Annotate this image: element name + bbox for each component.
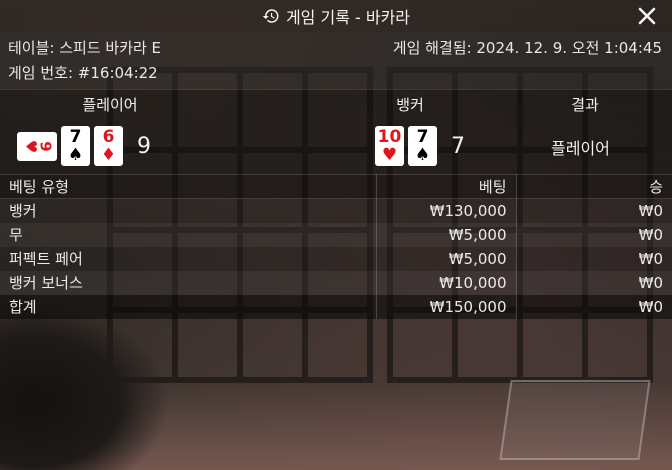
table-row: 뱅커 ₩130,000 ₩0 [0,198,672,223]
bet-amount: ₩130,000 [376,198,517,223]
bet-type: 퍼펙트 페어 [0,246,377,271]
total-row: 합계 ₩150,000 ₩0 [0,294,672,319]
win-amount: ₩0 [638,249,663,268]
player-card: 6 ♦ [94,126,123,166]
bet-amount: ₩5,000 [376,222,517,247]
winner-label: 플레이어 [551,139,610,158]
player-score: 9 [137,133,151,159]
player-column-header: 플레이어 [82,96,138,114]
card-rank: 9 [36,140,55,152]
bet-type: 뱅커 [0,198,377,223]
total-label: 합계 [0,294,377,319]
bets-table: 베팅 유형 베팅 승 뱅커 ₩130,000 ₩0 무 ₩5,000 ₩0 퍼펙… [0,174,672,319]
header-title-group: 게임 기록 - 바카라 [262,4,410,28]
banker-hand: 10 ♥ 7 ♠ 7 [375,126,465,166]
resolved-time: 게임 해결됨: 2024. 12. 9. 오전 1:04:45 [392,39,662,57]
card-rank: 7 [69,126,82,147]
win-amount-header: 승 [516,174,672,199]
win-amount: ₩0 [638,273,663,292]
bet-type-header: 베팅 유형 [0,174,377,199]
background-shadow [0,300,170,470]
player-card: ♥ 9 [17,131,57,161]
player-card: 7 ♠ [61,126,90,166]
history-icon [262,7,280,25]
table-row: 뱅커 보너스 ₩10,000 ₩0 [0,270,672,295]
card-rank: 10 [377,126,402,147]
table-row: 퍼펙트 페어 ₩5,000 ₩0 [0,246,672,271]
total-win-amount: ₩0 [638,297,663,316]
game-number: 게임 번호: #16:04:22 [8,64,158,82]
banker-column-header: 뱅커 [396,96,424,114]
close-icon[interactable] [636,5,658,27]
bet-type: 무 [0,222,377,247]
round-result: 플레이어 뱅커 결과 ♥ 9 7 ♠ 6 ♦ 9 10 ♥ 7 ♠ 7 플레이어 [0,89,672,175]
bet-amount: ₩5,000 [376,246,517,271]
card-suit-icon: ♥ [381,144,398,165]
player-hand: ♥ 9 7 ♠ 6 ♦ 9 [17,126,151,166]
bet-type: 뱅커 보너스 [0,270,377,295]
dialog-title: 게임 기록 - 바카라 [285,8,411,27]
card-suit-icon: ♠ [67,144,84,165]
bets-header-row: 베팅 유형 베팅 승 [0,174,672,199]
total-bet-amount: ₩150,000 [376,294,517,319]
result-column-header: 결과 [571,96,599,114]
dialog-header: 게임 기록 - 바카라 [0,0,672,32]
bet-amount: ₩10,000 [376,270,517,295]
card-suit-icon: ♦ [100,144,117,165]
card-rank: 6 [102,126,115,147]
table-row: 무 ₩5,000 ₩0 [0,222,672,247]
banker-card: 10 ♥ [375,126,404,166]
win-amount: ₩0 [638,201,663,220]
win-amount: ₩0 [638,225,663,244]
banker-card: 7 ♠ [408,126,437,166]
table-name: 테이블: 스피드 바카라 E [8,39,162,57]
banker-score: 7 [451,133,465,159]
game-info-bar: 테이블: 스피드 바카라 E 게임 해결됨: 2024. 12. 9. 오전 1… [0,32,672,89]
bet-amount-header: 베팅 [376,174,517,199]
card-rank: 7 [416,126,429,147]
card-suit-icon: ♠ [414,144,431,165]
background-card-shoe [499,380,651,460]
